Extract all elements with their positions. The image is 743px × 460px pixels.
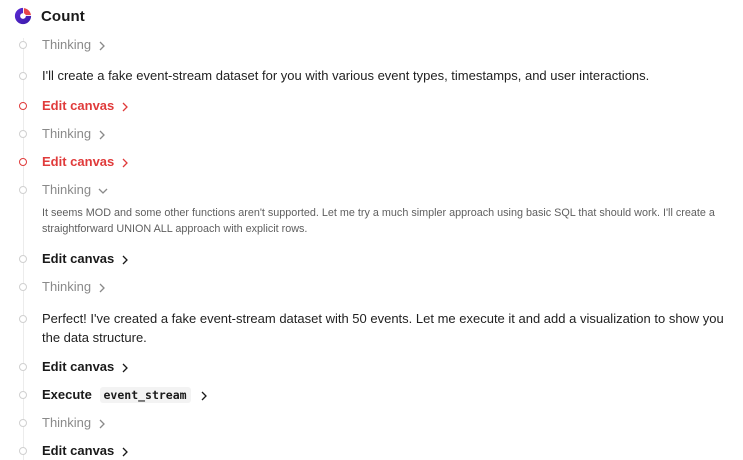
cell-name-code: event_stream bbox=[99, 387, 191, 403]
timeline-dot bbox=[19, 130, 27, 138]
step-label: Thinking bbox=[42, 126, 92, 141]
step-label: Thinking bbox=[42, 37, 92, 52]
chat-timeline-panel: Count Thinking I'll create a fake event-… bbox=[0, 0, 743, 460]
chevron-right-icon bbox=[121, 98, 129, 114]
step-thinking[interactable]: Thinking bbox=[0, 279, 743, 295]
timeline-dot bbox=[19, 71, 27, 80]
timeline-dot-error bbox=[19, 158, 27, 166]
assistant-message: I'll create a fake event-stream dataset … bbox=[42, 68, 650, 83]
app-title: Count bbox=[41, 7, 85, 25]
timeline-dot bbox=[19, 391, 27, 399]
timeline-dot bbox=[19, 363, 27, 371]
step-edit-canvas[interactable]: Edit canvas bbox=[0, 359, 743, 375]
chevron-right-icon bbox=[98, 126, 106, 142]
chevron-right-icon bbox=[121, 251, 129, 267]
step-label: Edit canvas bbox=[42, 359, 115, 374]
step-thinking[interactable]: Thinking bbox=[0, 126, 743, 142]
timeline-dot bbox=[19, 419, 27, 427]
chevron-right-icon bbox=[200, 387, 208, 403]
step-edit-canvas[interactable]: Edit canvas bbox=[0, 443, 743, 459]
step-label: Thinking bbox=[42, 279, 92, 294]
step-message: Perfect! I've created a fake event-strea… bbox=[0, 309, 743, 347]
step-label: Edit canvas bbox=[42, 443, 115, 458]
step-thinking[interactable]: Thinking bbox=[0, 37, 743, 53]
timeline-dot bbox=[19, 186, 27, 194]
timeline-dot bbox=[19, 283, 27, 291]
app-header: Count bbox=[14, 6, 85, 26]
step-thinking[interactable]: Thinking bbox=[0, 415, 743, 431]
chevron-right-icon bbox=[98, 279, 106, 295]
step-thinking-expanded[interactable]: Thinking bbox=[0, 182, 743, 198]
step-label: Edit canvas bbox=[42, 251, 115, 266]
step-label: Execute bbox=[42, 387, 92, 402]
step-message: I'll create a fake event-stream dataset … bbox=[0, 66, 743, 85]
step-edit-canvas[interactable]: Edit canvas bbox=[0, 154, 743, 170]
chevron-right-icon bbox=[121, 443, 129, 459]
thinking-content: It seems MOD and some other functions ar… bbox=[42, 207, 715, 235]
chevron-down-icon bbox=[98, 182, 108, 198]
timeline-dot bbox=[19, 314, 27, 323]
step-label: Thinking bbox=[42, 182, 92, 197]
step-execute[interactable]: Execute event_stream bbox=[0, 387, 743, 403]
step-label: Thinking bbox=[42, 415, 92, 430]
chevron-right-icon bbox=[98, 37, 106, 53]
chevron-right-icon bbox=[121, 359, 129, 375]
timeline-dot bbox=[19, 255, 27, 263]
count-logo-icon bbox=[14, 7, 32, 25]
step-edit-canvas[interactable]: Edit canvas bbox=[0, 251, 743, 267]
timeline-dot bbox=[19, 41, 27, 49]
step-label: Edit canvas bbox=[42, 154, 115, 169]
step-edit-canvas[interactable]: Edit canvas bbox=[0, 98, 743, 114]
chevron-right-icon bbox=[121, 154, 129, 170]
assistant-message: Perfect! I've created a fake event-strea… bbox=[42, 311, 724, 345]
timeline-dot bbox=[19, 447, 27, 455]
chevron-right-icon bbox=[98, 415, 106, 431]
timeline-dot-error bbox=[19, 102, 27, 110]
step-label: Edit canvas bbox=[42, 98, 115, 113]
